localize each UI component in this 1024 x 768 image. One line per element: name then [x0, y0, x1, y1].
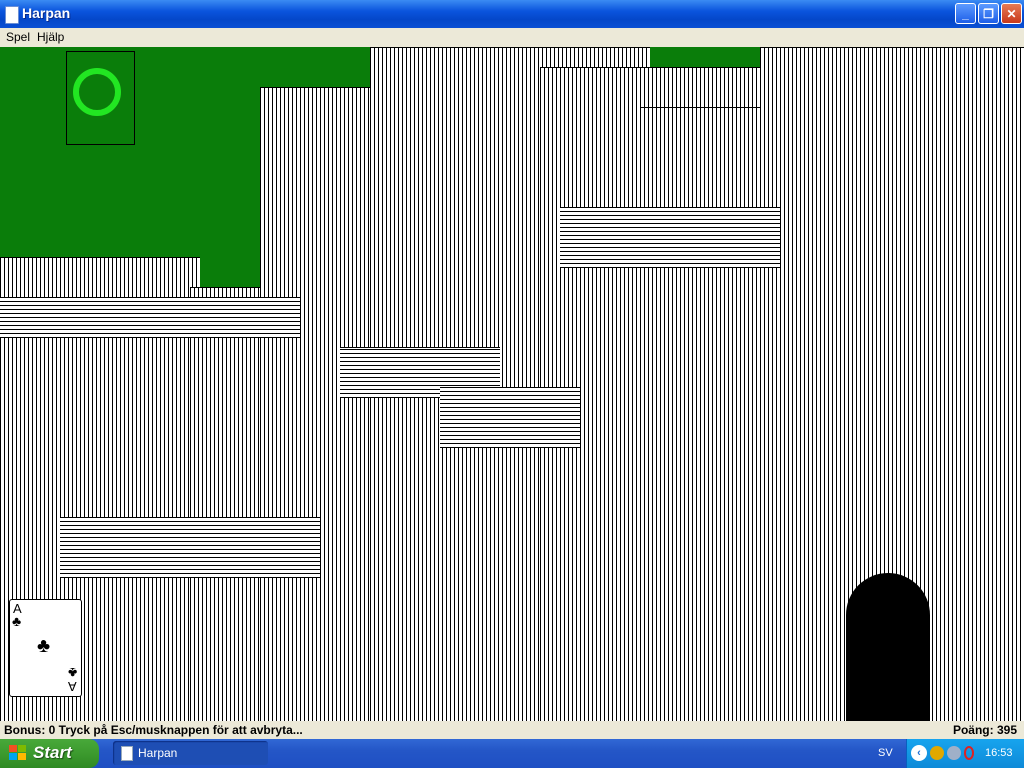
- security-icon[interactable]: [964, 746, 974, 760]
- status-bar: Bonus: 0 Tryck på Esc/musknappen för att…: [0, 721, 1024, 739]
- game-area[interactable]: A ♣ ♣ ♣ A: [0, 47, 1024, 721]
- title-bar[interactable]: Harpan _ ❐ ✕: [0, 0, 1024, 28]
- menu-hjalp[interactable]: Hjälp: [37, 30, 64, 44]
- empty-foundation-ring-icon: [73, 68, 121, 116]
- language-indicator[interactable]: SV: [878, 747, 893, 759]
- app-icon[interactable]: [5, 6, 19, 24]
- tray-app-icon[interactable]: [947, 746, 961, 760]
- card-rank: A: [68, 679, 77, 694]
- window-title: Harpan: [22, 5, 71, 21]
- show-hidden-icons-icon[interactable]: ‹: [911, 745, 927, 761]
- menu-bar: Spel Hjälp: [0, 28, 1024, 47]
- minimize-button[interactable]: _: [955, 3, 976, 24]
- clock[interactable]: 16:53: [985, 747, 1013, 759]
- menu-spel[interactable]: Spel: [6, 30, 30, 44]
- taskbar-item-harpan[interactable]: Harpan: [113, 741, 268, 765]
- foundation-slot[interactable]: [66, 51, 135, 145]
- minimize-icon: _: [962, 7, 969, 21]
- maximize-button[interactable]: ❐: [978, 3, 999, 24]
- taskbar-item-label: Harpan: [138, 746, 178, 760]
- card-trail: [60, 517, 320, 578]
- app-icon: [121, 746, 133, 761]
- close-button[interactable]: ✕: [1001, 3, 1022, 24]
- card-trail: [440, 387, 580, 448]
- bonus-status-text: Bonus: 0 Tryck på Esc/musknappen för att…: [4, 723, 303, 737]
- club-suit-icon: ♣: [12, 613, 22, 629]
- maximize-icon: ❐: [983, 7, 994, 21]
- score-text: Poäng: 395: [952, 723, 1017, 737]
- club-suit-icon: ♣: [37, 635, 51, 657]
- ace-of-clubs-card[interactable]: A ♣ ♣ ♣ A: [9, 599, 82, 697]
- system-tray: ‹ 16:53: [906, 739, 1024, 768]
- network-icon[interactable]: [930, 746, 944, 760]
- card-trail: [560, 207, 780, 268]
- close-icon: ✕: [1006, 7, 1017, 21]
- card-trail-dark: [846, 573, 930, 721]
- start-label: Start: [33, 743, 72, 762]
- windows-flag-icon: [9, 745, 27, 762]
- start-button[interactable]: Start: [0, 739, 99, 768]
- card-trail: [0, 297, 300, 338]
- taskbar: Start Harpan SV ‹ 16:53: [0, 739, 1024, 768]
